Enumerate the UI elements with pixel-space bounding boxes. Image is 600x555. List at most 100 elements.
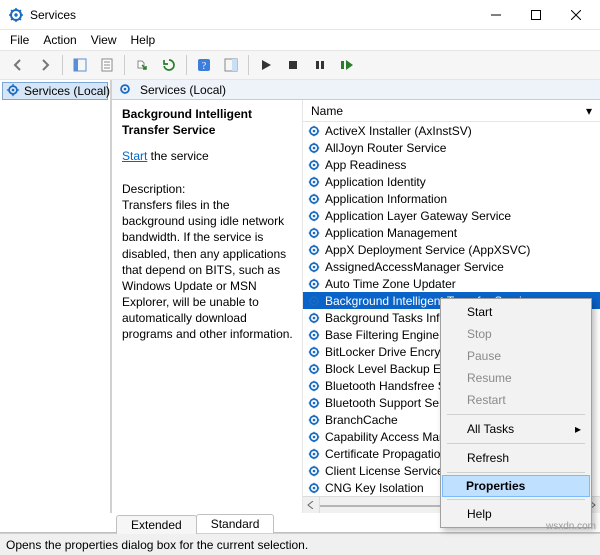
description-label: Description: <box>122 181 294 197</box>
refresh-button[interactable] <box>157 54 181 76</box>
service-gear-icon <box>307 311 321 325</box>
properties-button[interactable] <box>95 54 119 76</box>
service-info-panel: Background Intelligent Transfer Service … <box>114 100 302 513</box>
context-properties-label: Properties <box>466 479 525 493</box>
service-row[interactable]: ActiveX Installer (AxInstSV) <box>303 122 600 139</box>
start-service-line: Start the service <box>122 148 294 164</box>
service-row[interactable]: Application Information <box>303 190 600 207</box>
statusbar: Opens the properties dialog box for the … <box>0 533 600 555</box>
service-gear-icon <box>307 481 321 495</box>
statusbar-text: Opens the properties dialog box for the … <box>6 538 308 552</box>
service-gear-icon <box>307 226 321 240</box>
location-gear-icon <box>118 82 134 98</box>
service-row[interactable]: AppX Deployment Service (AppXSVC) <box>303 241 600 258</box>
location-header: Services (Local) <box>112 80 600 100</box>
service-name: Application Management <box>325 226 457 240</box>
context-separator <box>447 472 585 473</box>
nav-forward-button[interactable] <box>33 54 57 76</box>
context-all-tasks[interactable]: All Tasks ▸ <box>443 418 589 440</box>
service-row[interactable]: Application Management <box>303 224 600 241</box>
tab-extended[interactable]: Extended <box>116 515 197 534</box>
show-hide-tree-button[interactable] <box>68 54 92 76</box>
service-gear-icon <box>307 175 321 189</box>
service-row[interactable]: Application Layer Gateway Service <box>303 207 600 224</box>
service-name: Application Identity <box>325 175 426 189</box>
toolbar: ? <box>0 50 600 80</box>
menu-action[interactable]: Action <box>43 33 76 47</box>
context-restart[interactable]: Restart <box>443 389 589 411</box>
close-button[interactable] <box>556 0 596 30</box>
start-service-link[interactable]: Start <box>122 149 147 163</box>
column-name-header[interactable]: Name <box>311 104 586 118</box>
menu-view[interactable]: View <box>91 33 117 47</box>
service-name: BranchCache <box>325 413 398 427</box>
tree-root-label: Services (Local) <box>24 84 110 98</box>
service-row[interactable]: AssignedAccessManager Service <box>303 258 600 275</box>
service-pause-button[interactable] <box>308 54 332 76</box>
service-gear-icon <box>307 379 321 393</box>
service-name: Certificate Propagation <box>325 447 447 461</box>
context-all-tasks-label: All Tasks <box>467 422 514 436</box>
nav-back-button[interactable] <box>6 54 30 76</box>
service-row[interactable]: Application Identity <box>303 173 600 190</box>
service-stop-button[interactable] <box>281 54 305 76</box>
service-gear-icon <box>307 158 321 172</box>
service-name: AssignedAccessManager Service <box>325 260 504 274</box>
service-gear-icon <box>307 345 321 359</box>
context-separator <box>447 499 585 500</box>
service-row[interactable]: AllJoyn Router Service <box>303 139 600 156</box>
chevron-down-icon: ▾ <box>586 104 592 118</box>
menubar: File Action View Help <box>0 30 600 50</box>
scroll-left-button[interactable] <box>303 497 320 513</box>
start-service-suffix: the service <box>147 149 208 163</box>
watermark: wsxdn.com <box>546 521 596 532</box>
selected-service-name: Background Intelligent Transfer Service <box>122 106 294 138</box>
service-name: AllJoyn Router Service <box>325 141 446 155</box>
help-button[interactable]: ? <box>192 54 216 76</box>
service-restart-button[interactable] <box>335 54 359 76</box>
service-name: ActiveX Installer (AxInstSV) <box>325 124 472 138</box>
toolbar-separator <box>62 55 63 75</box>
minimize-button[interactable] <box>476 0 516 30</box>
service-gear-icon <box>307 260 321 274</box>
service-gear-icon <box>307 447 321 461</box>
service-gear-icon <box>307 328 321 342</box>
service-row[interactable]: App Readiness <box>303 156 600 173</box>
service-name: Application Information <box>325 192 447 206</box>
column-header-row[interactable]: Name ▾ <box>303 100 600 122</box>
service-gear-icon <box>307 243 321 257</box>
toolbar-separator <box>186 55 187 75</box>
context-properties[interactable]: Properties <box>442 475 590 497</box>
maximize-button[interactable] <box>516 0 556 30</box>
export-list-button[interactable] <box>130 54 154 76</box>
console-tree[interactable]: Services (Local) <box>0 80 112 513</box>
service-name: CNG Key Isolation <box>325 481 424 495</box>
context-refresh[interactable]: Refresh <box>443 447 589 469</box>
context-separator <box>447 414 585 415</box>
service-gear-icon <box>307 430 321 444</box>
context-pause[interactable]: Pause <box>443 345 589 367</box>
action-pane-button[interactable] <box>219 54 243 76</box>
service-name: Application Layer Gateway Service <box>325 209 511 223</box>
service-row[interactable]: Auto Time Zone Updater <box>303 275 600 292</box>
titlebar: Services <box>0 0 600 30</box>
description-text: Transfers files in the background using … <box>122 197 294 343</box>
context-separator <box>447 443 585 444</box>
tree-root-item[interactable]: Services (Local) <box>2 82 108 100</box>
context-start[interactable]: Start <box>443 301 589 323</box>
service-gear-icon <box>307 464 321 478</box>
service-start-button[interactable] <box>254 54 278 76</box>
context-stop[interactable]: Stop <box>443 323 589 345</box>
tab-standard[interactable]: Standard <box>196 514 275 533</box>
menu-file[interactable]: File <box>10 33 29 47</box>
service-gear-icon <box>307 362 321 376</box>
window-title: Services <box>30 8 476 22</box>
service-name: Base Filtering Engine <box>325 328 439 342</box>
service-gear-icon <box>307 277 321 291</box>
context-resume[interactable]: Resume <box>443 367 589 389</box>
service-gear-icon <box>307 141 321 155</box>
menu-help[interactable]: Help <box>131 33 156 47</box>
service-gear-icon <box>307 294 321 308</box>
service-name: AppX Deployment Service (AppXSVC) <box>325 243 530 257</box>
service-gear-icon <box>307 209 321 223</box>
